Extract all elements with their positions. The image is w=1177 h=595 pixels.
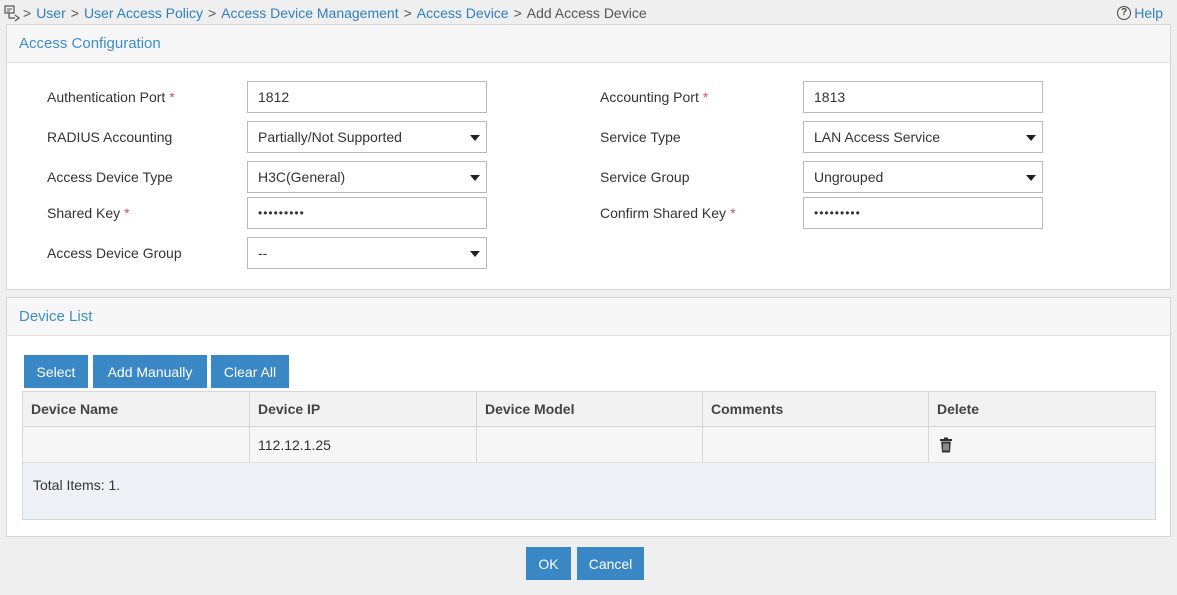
help-label: Help	[1134, 5, 1163, 21]
table-header-row: Device Name Device IP Device Model Comme…	[23, 392, 1155, 427]
confirm-shared-key-label: Confirm Shared Key *	[600, 205, 736, 221]
access-device-group-value: --	[258, 245, 268, 261]
select-button[interactable]: Select	[24, 355, 88, 388]
device-table: Device Name Device IP Device Model Comme…	[22, 391, 1156, 520]
shared-key-input[interactable]: •••••••••	[247, 197, 487, 229]
authentication-port-label-text: Authentication Port	[47, 89, 166, 105]
cell-device-name	[23, 427, 250, 462]
column-header-device-ip: Device IP	[250, 392, 477, 426]
access-device-group-label: Access Device Group	[47, 245, 182, 261]
access-configuration-panel: Access Configuration Authentication Port…	[6, 24, 1171, 290]
dropdown-arrow-icon	[470, 251, 480, 257]
breadcrumb: > User > User Access Policy > Access Dev…	[4, 3, 647, 23]
column-header-comments: Comments	[703, 392, 929, 426]
device-list-title: Device List	[7, 298, 1170, 336]
confirm-shared-key-label-text: Confirm Shared Key	[600, 205, 727, 221]
shared-key-label-text: Shared Key	[47, 205, 121, 221]
breadcrumb-user-access-policy[interactable]: User Access Policy	[84, 5, 203, 21]
dropdown-arrow-icon	[470, 175, 480, 181]
access-device-type-label: Access Device Type	[47, 169, 173, 185]
breadcrumb-current-page: Add Access Device	[526, 5, 647, 21]
dropdown-arrow-icon	[470, 135, 480, 141]
service-type-select[interactable]: LAN Access Service	[803, 121, 1043, 153]
authentication-port-input[interactable]: 1812	[247, 81, 487, 113]
breadcrumb-separator: >	[70, 5, 79, 21]
breadcrumb-separator: >	[207, 5, 217, 21]
accounting-port-input[interactable]: 1813	[803, 81, 1043, 113]
column-header-device-name: Device Name	[23, 392, 250, 426]
cell-device-model	[477, 427, 703, 462]
required-marker: *	[730, 205, 736, 221]
device-list-panel: Device List Select Add Manually Clear Al…	[6, 297, 1171, 537]
ok-button[interactable]: OK	[526, 547, 571, 580]
access-device-group-select[interactable]: --	[247, 237, 487, 269]
authentication-port-label: Authentication Port *	[47, 89, 175, 105]
shared-key-label: Shared Key *	[47, 205, 130, 221]
required-marker: *	[169, 89, 175, 105]
accounting-port-label: Accounting Port *	[600, 89, 708, 105]
clear-all-button[interactable]: Clear All	[211, 355, 289, 388]
breadcrumb-separator: >	[23, 5, 32, 21]
column-header-device-model: Device Model	[477, 392, 703, 426]
required-marker: *	[124, 205, 130, 221]
confirm-shared-key-input[interactable]: •••••••••	[803, 197, 1043, 229]
breadcrumb-access-device-management[interactable]: Access Device Management	[221, 5, 398, 21]
service-type-value: LAN Access Service	[814, 129, 941, 145]
user-org-icon	[4, 5, 20, 22]
access-device-type-value: H3C(General)	[258, 169, 346, 185]
radius-accounting-select[interactable]: Partially/Not Supported	[247, 121, 487, 153]
service-type-label: Service Type	[600, 129, 681, 145]
radius-accounting-value: Partially/Not Supported	[258, 129, 402, 145]
table-row: 112.12.1.25	[23, 427, 1155, 463]
service-group-value: Ungrouped	[814, 169, 884, 185]
cell-device-ip: 112.12.1.25	[250, 427, 477, 462]
cell-delete	[929, 427, 1155, 462]
breadcrumb-separator: >	[403, 5, 412, 21]
accounting-port-label-text: Accounting Port	[600, 89, 699, 105]
cell-comments	[703, 427, 929, 462]
breadcrumb-separator: >	[513, 5, 522, 21]
breadcrumb-user[interactable]: User	[36, 5, 66, 21]
column-header-delete: Delete	[937, 401, 980, 417]
total-items: Total Items: 1.	[33, 477, 121, 493]
dropdown-arrow-icon	[1026, 135, 1036, 141]
service-group-label: Service Group	[600, 169, 690, 185]
radius-accounting-label: RADIUS Accounting	[47, 129, 173, 145]
help-link[interactable]: ? Help	[1117, 3, 1163, 23]
help-icon: ?	[1117, 6, 1132, 20]
dropdown-arrow-icon	[1026, 175, 1036, 181]
service-group-select[interactable]: Ungrouped	[803, 161, 1043, 193]
access-configuration-title: Access Configuration	[7, 25, 1170, 63]
add-manually-button[interactable]: Add Manually	[93, 355, 207, 388]
cancel-button[interactable]: Cancel	[577, 547, 644, 580]
required-marker: *	[702, 89, 709, 105]
breadcrumb-access-device[interactable]: Access Device	[417, 5, 509, 21]
trash-icon[interactable]	[939, 437, 953, 453]
access-device-type-select[interactable]: H3C(General)	[247, 161, 487, 193]
